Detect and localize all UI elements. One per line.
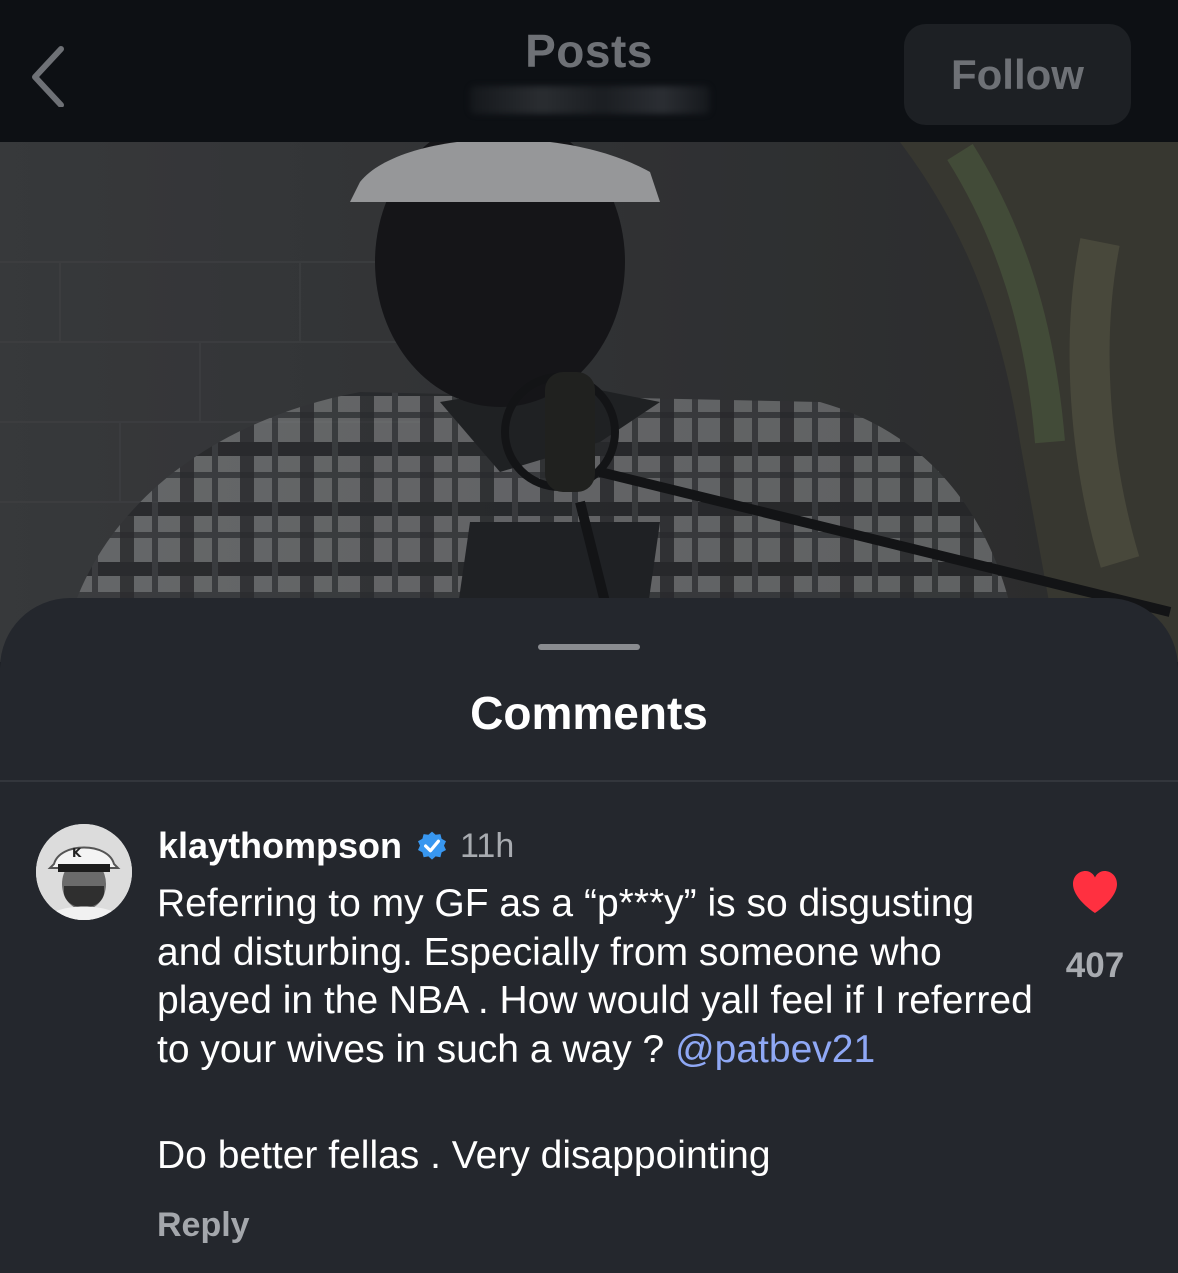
comments-sheet: Comments K klaythompson 11h Referring to…: [0, 598, 1178, 1273]
verified-badge-icon: [418, 831, 447, 860]
comment-text-secondary: Do better fellas . Very disappointing: [157, 1134, 771, 1177]
comment-timestamp: 11h: [460, 826, 515, 865]
avatar-image: K: [36, 824, 132, 920]
follow-button[interactable]: Follow: [904, 24, 1131, 125]
divider: [0, 780, 1178, 782]
comment-header: klaythompson 11h: [158, 824, 514, 868]
like-count: 407: [1065, 946, 1125, 985]
comment-mention-link[interactable]: @patbev21: [675, 1028, 875, 1071]
top-bar: Posts Follow: [0, 0, 1178, 142]
post-image: [0, 142, 1178, 662]
post-media[interactable]: [0, 142, 1178, 662]
reply-button[interactable]: Reply: [157, 1206, 250, 1245]
heart-icon: [1073, 871, 1117, 913]
like-button[interactable]: [1070, 868, 1120, 916]
comment-text: Referring to my GF as a “p***y” is so di…: [157, 880, 1037, 1074]
svg-text:K: K: [72, 846, 82, 860]
avatar[interactable]: K: [36, 824, 132, 920]
comment-text-main: Referring to my GF as a “p***y” is so di…: [157, 882, 1033, 1071]
blurred-username: [470, 86, 710, 114]
sheet-drag-handle[interactable]: [538, 644, 640, 650]
comment-username[interactable]: klaythompson: [158, 825, 402, 867]
comments-title: Comments: [470, 687, 708, 739]
